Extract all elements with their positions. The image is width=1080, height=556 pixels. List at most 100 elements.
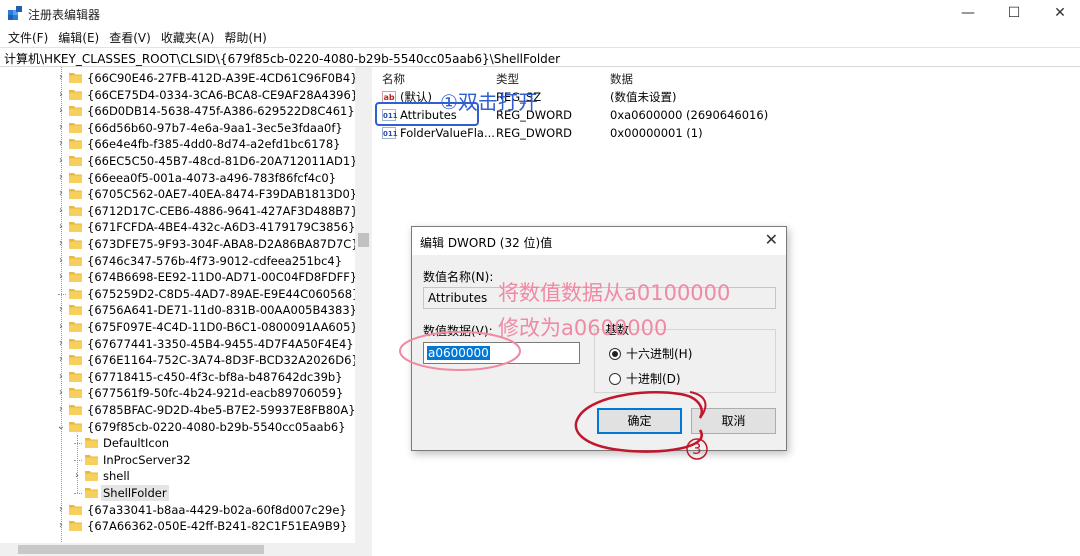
tree-item[interactable]: › {66CE75D4-0334-3CA6-BCA8-CE9AF28A4396} [0, 87, 358, 103]
binary-value-icon: 011 [382, 109, 398, 121]
tree-item-label: {67a33041-b8aa-4429-b02a-60f8d007c29e} [87, 502, 347, 517]
key-tree: › {66C90E46-27FB-412D-A39E-4CD61C96F0B4} ›… [0, 67, 372, 556]
registry-editor-icon [8, 6, 22, 20]
tree-item[interactable]: › {675F097E-4C4D-11D0-B6C1-0800091AA605} [0, 319, 358, 335]
tree-item-label: {675259D2-C8D5-4AD7-89AE-E9E44C060568} [87, 286, 360, 301]
value-data-input[interactable]: a0600000 [423, 342, 580, 364]
menu-help[interactable]: 帮助(H) [220, 27, 272, 47]
ok-button[interactable]: 确定 [597, 408, 682, 434]
minimize-button[interactable]: — [945, 0, 991, 27]
tree-item-label: {676E1164-752C-3A74-8D3F-BCD32A2026D6} [87, 353, 359, 368]
value-row-foldervalueflags[interactable]: 011 FolderValueFla... REG_DWORD 0x000000… [374, 124, 1074, 142]
folder-icon [85, 438, 98, 449]
tree-connector-line [74, 443, 82, 445]
tree-item-label: {66C90E46-27FB-412D-A39E-4CD61C96F0B4} [87, 71, 358, 85]
value-data-selected-text: a0600000 [427, 346, 490, 360]
tree-item[interactable]: ShellFolder [0, 485, 355, 501]
tree-item-label: {66d56b60-97b7-4e6a-9aa1-3ec5e3fdaa0f} [87, 120, 343, 135]
tree-horizontal-scroll-thumb[interactable] [18, 545, 264, 554]
folder-icon [69, 172, 82, 183]
tree-item[interactable]: › {67a33041-b8aa-4429-b02a-60f8d007c29e} [0, 502, 355, 518]
menu-edit[interactable]: 编辑(E) [54, 27, 105, 47]
tree-item[interactable]: › {6705C562-0AE7-40EA-8474-F39DAB1813D0} [0, 186, 357, 202]
tree-item-label: DefaultIcon [103, 436, 170, 451]
tree-vertical-scroll-thumb[interactable] [358, 233, 369, 247]
folder-icon [69, 122, 82, 133]
tree-item-label: {6756A641-DE71-11d0-831B-00AA005B4383} [87, 303, 357, 318]
tree-horizontal-scrollbar[interactable] [0, 543, 372, 556]
address-bar[interactable]: 计算机\HKEY_CLASSES_ROOT\CLSID\{679f85cb-02… [0, 47, 1080, 67]
folder-icon [69, 405, 82, 415]
step3-annotation: 3 [692, 440, 702, 458]
folder-icon [69, 322, 82, 332]
menu-file[interactable]: 文件(F) [4, 27, 54, 47]
folder-icon [69, 139, 82, 150]
tree-item[interactable]: › shell [0, 468, 355, 484]
tree-item-label: {6785BFAC-9D2D-4be5-B7E2-59937E8FB80A} [87, 403, 356, 417]
tree-item[interactable]: › {67677441-3350-45B4-9455-4D7F4A50F4E4} [0, 336, 355, 352]
folder-icon [69, 89, 82, 100]
tree-item[interactable]: › {66D0DB14-5638-475f-A386-629522D8C461} [0, 103, 355, 119]
tree-item-label: {675F097E-4C4D-11D0-B6C1-0800091AA605} [87, 320, 358, 334]
tree-connector-line [74, 493, 82, 494]
tree-item[interactable]: › {677561f9-50fc-4b24-921d-eacb89706059} [0, 385, 355, 401]
tree-item[interactable]: › {6712D17C-CEB6-4886-9641-427AF3D488B7} [0, 203, 358, 219]
folder-icon [69, 338, 82, 349]
tree-item[interactable]: ⌄ {679f85cb-0220-4080-b29b-5540cc05aab6} [0, 419, 355, 435]
window-title: 注册表编辑器 [28, 8, 101, 22]
note-annotation-line1: 将数值数据从a0100000 [498, 281, 731, 305]
tree-item-label: {673DFE75-9F93-304F-ABA8-D2A86BA87D7C} [87, 237, 359, 251]
tree-item-label: {6705C562-0AE7-40EA-8474-F39DAB1813D0} [87, 187, 358, 202]
folder-icon [69, 222, 82, 233]
folder-icon [69, 205, 82, 216]
tree-item-label: {679f85cb-0220-4080-b29b-5540cc05aab6} [87, 419, 346, 434]
tree-item[interactable]: › {6756A641-DE71-11d0-831B-00AA005B4383} [0, 302, 357, 318]
tree-item[interactable]: › {66EC5C50-45B7-48cd-81D6-20A712011AD1} [0, 153, 357, 169]
binary-value-icon: 011 [382, 127, 398, 139]
cancel-button[interactable]: 取消 [691, 408, 776, 434]
menu-favorites[interactable]: 收藏夹(A) [157, 27, 221, 47]
tree-item[interactable]: › {66C90E46-27FB-412D-A39E-4CD61C96F0B4} [0, 70, 358, 86]
radio-checked-icon [609, 348, 621, 360]
tree-connector-line [74, 459, 82, 461]
tree-item[interactable]: › {6785BFAC-9D2D-4be5-B7E2-59937E8FB80A} [0, 402, 356, 418]
tree-item[interactable]: › {676E1164-752C-3A74-8D3F-BCD32A2026D6} [0, 352, 359, 368]
column-header-name[interactable]: 名称 [382, 71, 405, 87]
folder-icon [69, 189, 82, 200]
tree-item[interactable]: › {673DFE75-9F93-304F-ABA8-D2A86BA87D7C} [0, 236, 359, 252]
close-button[interactable]: ✕ [1037, 0, 1080, 27]
dialog-title-bar: 编辑 DWORD (32 位)值 ✕ [412, 227, 786, 255]
folder-icon [69, 239, 82, 249]
string-value-icon: ab [382, 91, 396, 103]
folder-icon [69, 106, 82, 117]
tree-item[interactable]: InProcServer32 [0, 452, 355, 468]
tree-item[interactable]: › {671FCFDA-4BE4-432c-A6D3-4179179C3856} [0, 219, 355, 235]
tree-item[interactable]: › {66e4e4fb-f385-4dd0-8d74-a2efd1bc6178} [0, 136, 355, 152]
folder-icon [69, 371, 82, 382]
tree-item[interactable]: › {66d56b60-97b7-4e6a-9aa1-3ec5e3fdaa0f} [0, 120, 355, 136]
tree-item[interactable]: › {67718415-c450-4f3c-bf8a-b487642dc39b} [0, 369, 355, 385]
radio-decimal[interactable]: 十进制(D) [609, 371, 729, 387]
tree-item[interactable]: › {674B6698-EE92-11D0-AD71-00C04FD8FDFF} [0, 269, 357, 285]
radio-hexadecimal[interactable]: 十六进制(H) [609, 346, 729, 362]
tree-vertical-scrollbar[interactable] [355, 67, 372, 543]
folder-icon [85, 488, 98, 498]
tree-item[interactable]: {675259D2-C8D5-4AD7-89AE-E9E44C060568} [0, 286, 359, 302]
dialog-close-icon[interactable]: ✕ [765, 230, 778, 249]
folder-icon [85, 471, 98, 482]
value-data-label: 数值数据(V): [423, 324, 493, 338]
tree-item[interactable]: › {67A66362-050E-42ff-B241-82C1F51EA9B9} [0, 518, 355, 534]
tree-item[interactable]: › {6746c347-576b-4f73-9012-cdfeea251bc4} [0, 253, 355, 269]
tree-item[interactable]: › {66eea0f5-001a-4073-a496-783f86fcf4c0} [0, 170, 355, 186]
tree-item[interactable]: DefaultIcon [0, 435, 355, 451]
folder-icon [69, 73, 82, 83]
step1-annotation: ①双击打开 [440, 90, 538, 114]
folder-icon [69, 272, 82, 283]
column-header-data[interactable]: 数据 [610, 71, 633, 87]
tree-connector-line [58, 293, 66, 295]
folder-icon [69, 504, 82, 515]
column-header-type[interactable]: 类型 [496, 71, 519, 87]
menu-view[interactable]: 查看(V) [105, 27, 157, 47]
tree-item-label: shell [103, 469, 130, 484]
maximize-button[interactable]: ☐ [991, 0, 1037, 27]
